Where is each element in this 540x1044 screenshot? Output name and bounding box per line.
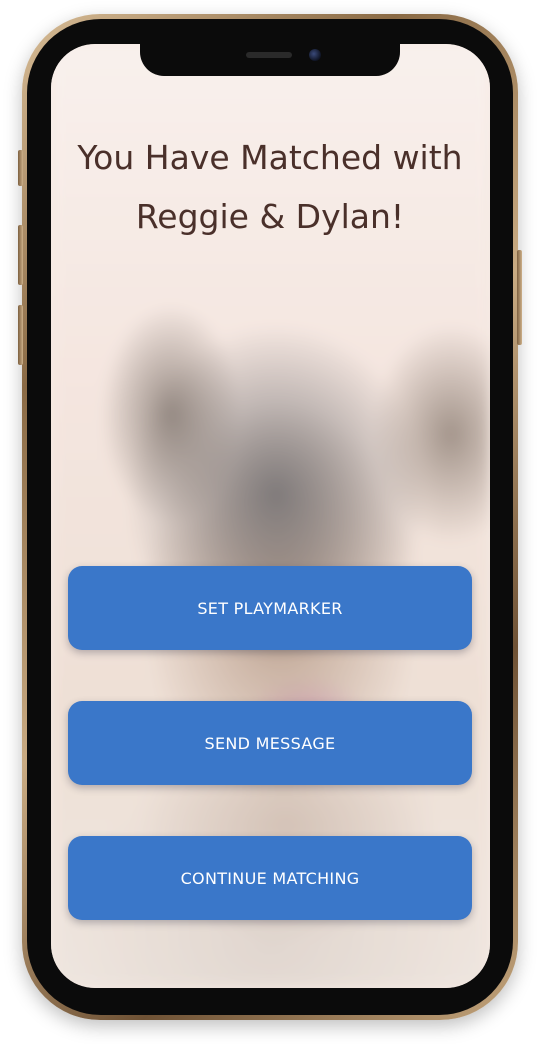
volume-down-button [18, 305, 23, 365]
volume-up-button [18, 225, 23, 285]
set-playmarker-button[interactable]: SET PLAYMARKER [68, 566, 472, 650]
match-title: You Have Matched with Reggie & Dylan! [77, 138, 463, 236]
speaker-grille [246, 52, 292, 58]
front-camera [309, 49, 321, 61]
mute-switch [18, 150, 23, 186]
power-button [517, 250, 522, 345]
continue-matching-button[interactable]: CONTINUE MATCHING [68, 836, 472, 920]
phone-notch [140, 44, 400, 76]
device-mockup: You Have Matched with Reggie & Dylan! SE… [0, 0, 540, 1044]
send-message-button[interactable]: SEND MESSAGE [68, 701, 472, 785]
